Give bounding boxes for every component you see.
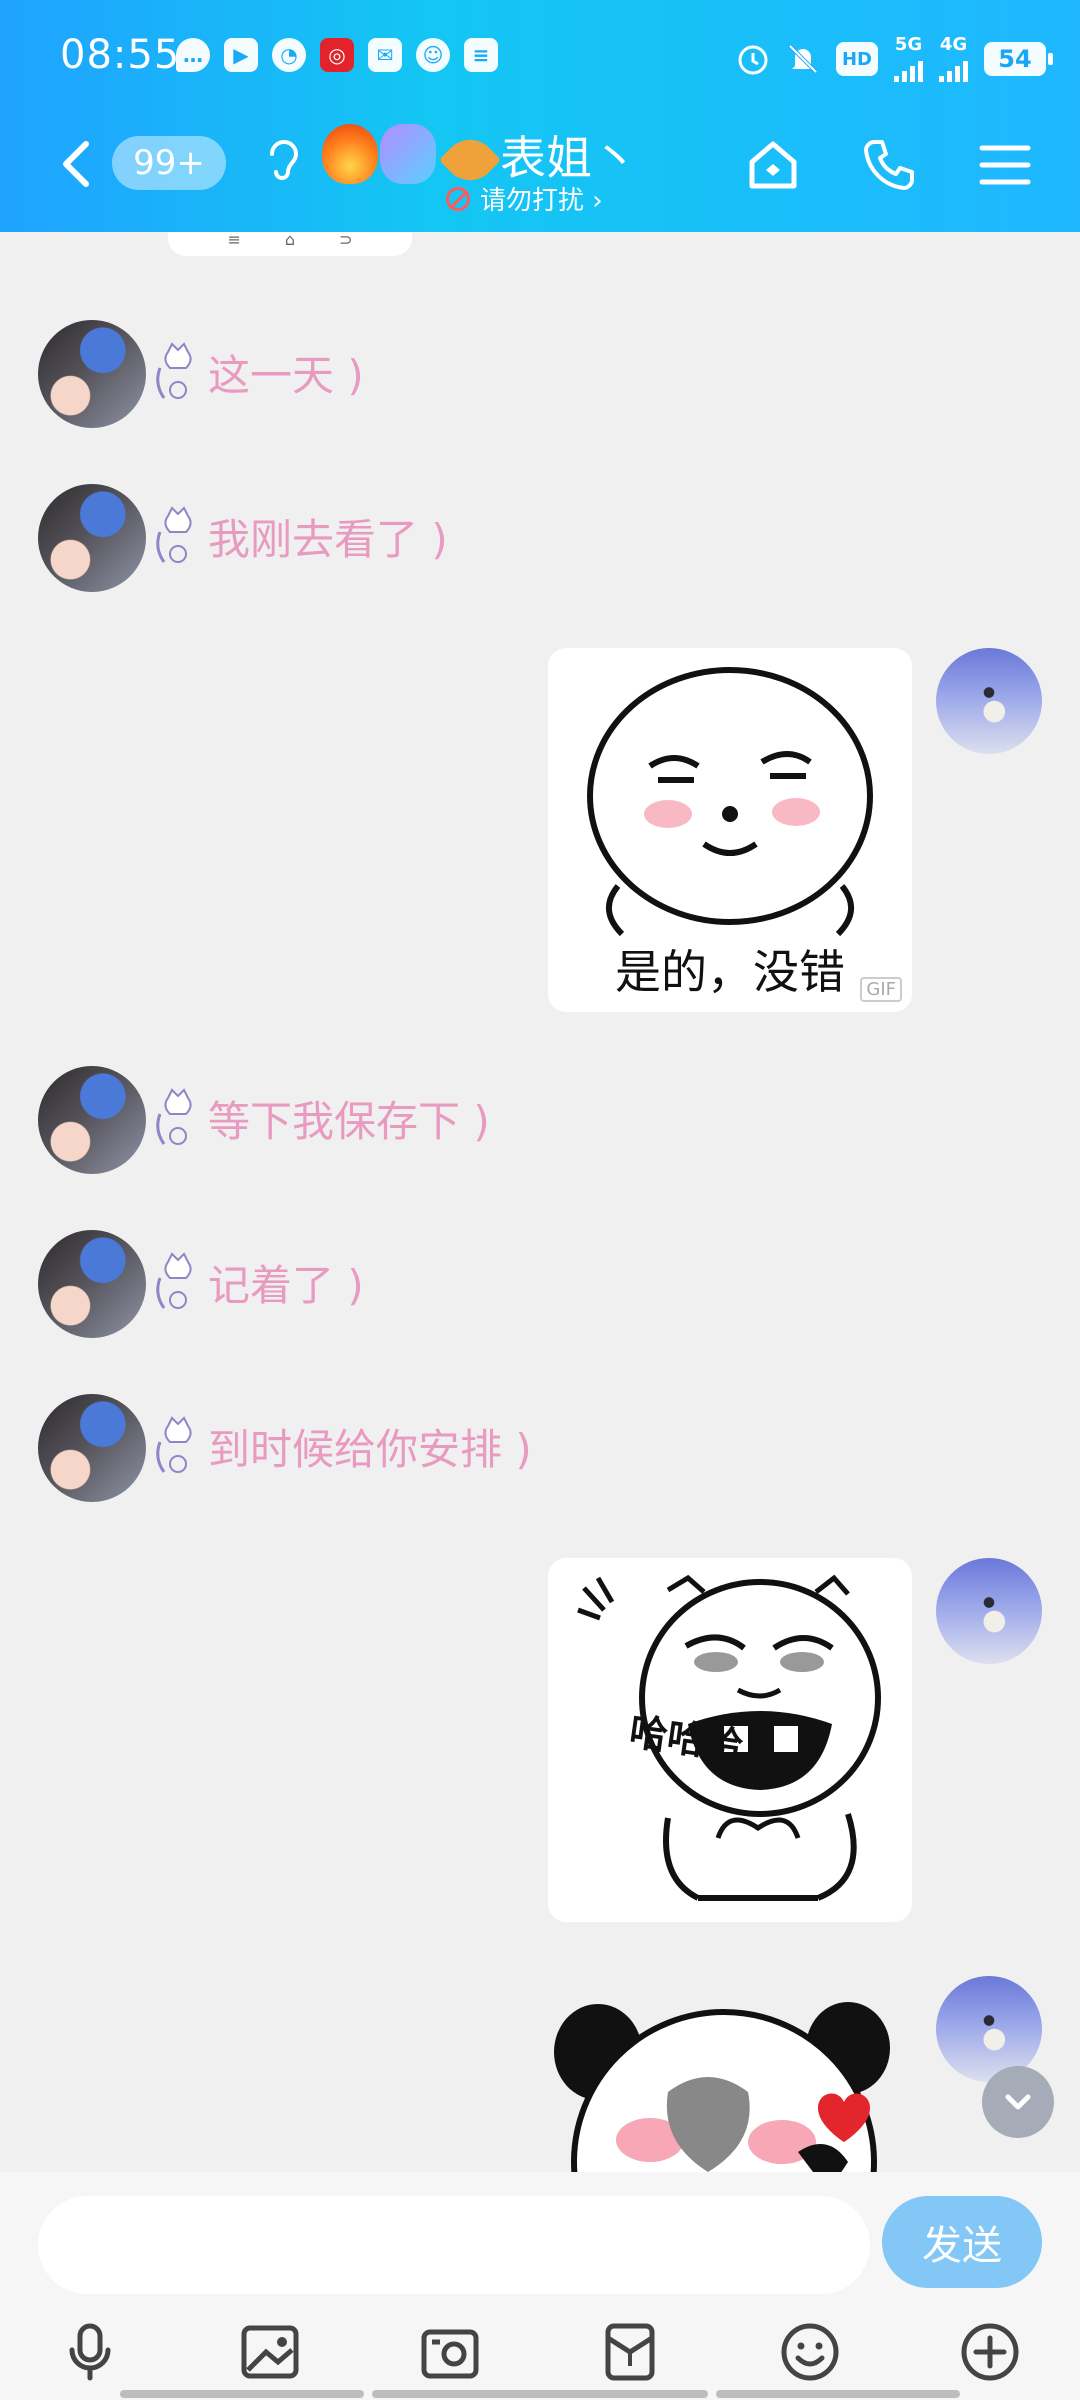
mail-app-icon: ✉ [368,38,402,72]
message-item[interactable]: 记着了 ) [38,1230,938,1338]
back-button[interactable] [48,134,108,194]
back-icon [63,141,89,187]
cat-bubble-decoration-icon [156,1088,192,1145]
signal-4g: 4G [939,36,968,82]
voice-button[interactable] [54,2316,126,2388]
cat-bubble-decoration-icon [156,1416,192,1473]
sticker-caption: 是的，没错 [615,945,845,999]
notification-icons: … ▶ ◔ ◎ ✉ ☺ ≡ [176,38,498,72]
send-button[interactable]: 发送 [882,2196,1042,2288]
panda-heart-sticker [554,2002,890,2172]
contact-avatar[interactable] [38,484,146,592]
cat-bubble-decoration-icon [156,1252,192,1309]
video-app-icon: ▶ [224,38,258,72]
signal-5g: 5G [894,36,923,82]
previous-message-peek: ≡ ⌂ ⊃ [168,232,412,256]
message-text: 我刚去看了 ) [208,515,448,564]
sticker-message[interactable] [548,1992,912,2172]
menu-button[interactable] [976,136,1034,194]
unread-count-badge[interactable]: 99+ [112,136,226,190]
image-button[interactable] [234,2316,306,2388]
contact-avatar[interactable] [38,320,146,428]
dnd-status-text: 请勿打扰 › [480,186,603,216]
no-disturb-icon [446,186,470,211]
my-avatar[interactable] [936,648,1042,754]
gesture-bar [372,2390,708,2398]
contact-avatar[interactable] [38,1230,146,1338]
cat-bubble-decoration-icon [156,342,192,399]
emoji-icon [781,2323,839,2381]
database-app-icon: ≡ [464,38,498,72]
message-text: 等下我保存下 ) [208,1097,490,1146]
contact-avatar[interactable] [38,1394,146,1502]
gesture-bar [716,2390,960,2398]
status-right: HD 5G 4G 54 [736,36,1053,82]
laughing-face-sticker: 哈哈哈 [577,1574,881,1901]
contact-name[interactable]: 表姐丶 [500,122,638,188]
mute-bell-icon [788,44,818,74]
home-icon [749,141,797,189]
call-button[interactable] [860,136,918,194]
microphone-icon [69,2323,111,2381]
signal-bars-icon [894,54,923,82]
gesture-bar [120,2390,364,2398]
message-item[interactable]: 这一天 ) [38,320,938,428]
message-item[interactable]: 到时候给你安排 ) [38,1394,938,1502]
more-button[interactable] [954,2316,1026,2388]
my-avatar[interactable] [936,1558,1042,1664]
nav-actions [744,136,1034,194]
cat-bubble-decoration-icon [156,506,192,563]
message-text: 记着了 ) [208,1261,364,1310]
status-time: 08:55 [60,32,181,78]
alarm-icon [738,45,768,75]
message-item[interactable]: 等下我保存下 ) [38,1066,938,1174]
contact-avatar[interactable] [38,1066,146,1174]
contact-badges [322,124,502,192]
hd-icon: HD [836,42,878,76]
chevron-down-icon [1005,2094,1031,2110]
status-bar: 08:55 … ▶ ◔ ◎ ✉ ☺ ≡ HD 5G 4G 54 [0,0,1080,116]
scroll-to-bottom-button[interactable] [982,2066,1054,2138]
phone-icon [864,140,914,190]
input-toolbar [0,2316,1080,2386]
camera-button[interactable] [414,2316,486,2388]
plus-icon [961,2323,1019,2381]
message-input[interactable] [38,2196,870,2294]
smug-face-sticker: 是的，没错 [587,667,873,999]
sticker-message[interactable]: 哈哈哈 [548,1558,912,1922]
camera-icon [421,2329,479,2379]
home-button[interactable] [744,136,802,194]
guitar-badge-icon [380,124,436,184]
speed-app-icon: ◔ [272,38,306,72]
fire-badge-icon [322,124,378,184]
robot-app-icon: ☺ [416,38,450,72]
chat-header: 08:55 … ▶ ◔ ◎ ✉ ☺ ≡ HD 5G 4G 54 99+ 表姐丶 … [0,0,1080,232]
menu-icon [979,145,1031,185]
red-packet-button[interactable] [594,2316,666,2388]
red-packet-icon [605,2323,655,2381]
message-list[interactable]: ≡ ⌂ ⊃ 这一天 ) 我刚去看了 ) 是的，没错 GIF 等下我保存下) 记… [0,232,1080,2172]
gif-tag: GIF [860,977,902,1002]
emoji-button[interactable] [774,2316,846,2388]
input-area: 发送 [0,2172,1080,2400]
nav-bar: 99+ 表姐丶 请勿打扰 › [0,116,1080,232]
message-text: 这一天 ) [208,351,364,400]
signal-bars-icon [939,54,968,82]
battery-indicator: 54 [984,42,1053,76]
sticker-message[interactable]: 是的，没错 GIF [548,648,912,1012]
music-app-icon: ◎ [320,38,354,72]
message-notification-icon: … [176,38,210,72]
message-item[interactable]: 我刚去看了 ) [38,484,938,592]
image-icon [241,2325,299,2379]
message-text: 到时候给你安排 ) [208,1425,532,1474]
ear-icon[interactable] [262,134,302,188]
dnd-status[interactable]: 请勿打扰 › [446,180,603,217]
